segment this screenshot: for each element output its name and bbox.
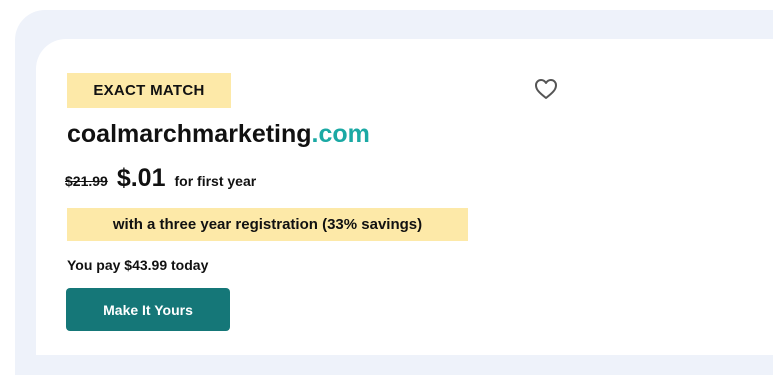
favorite-button[interactable] [533,77,559,101]
original-price: $21.99 [65,173,108,189]
price-row: $21.99 $.01 for first year [65,164,256,193]
total-due-text: You pay $43.99 today [67,257,209,273]
exact-match-badge: EXACT MATCH [67,73,231,108]
domain-name: coalmarchmarketing.com [67,120,370,149]
make-it-yours-button[interactable]: Make It Yours [66,288,230,331]
heart-outline-icon [535,79,557,99]
sale-price: $.01 [116,164,166,192]
domain-sld: coalmarchmarketing [67,120,312,148]
price-term-note: for first year [174,173,257,189]
promo-banner: with a three year registration (33% savi… [67,208,468,241]
domain-tld: .com [311,120,370,148]
